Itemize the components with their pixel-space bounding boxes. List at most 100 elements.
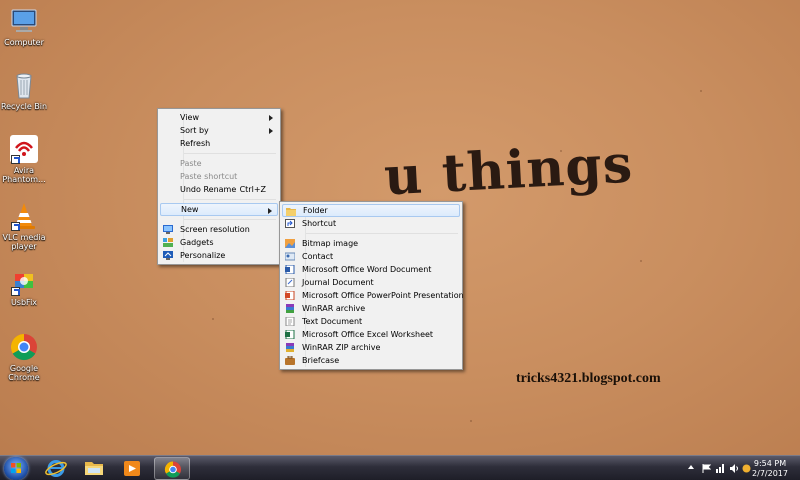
windows-logo-icon [11,463,21,473]
taskbar-chrome[interactable] [154,457,190,480]
menu-item-paste-shortcut: Paste shortcut [160,170,278,183]
new-item-word-document[interactable]: Microsoft Office Word Document [282,263,460,276]
excel-icon [285,330,295,339]
desktop-context-menu: View Sort by Refresh Paste Paste shortcu… [157,108,281,265]
start-button[interactable] [4,457,28,480]
menu-item-personalize[interactable]: Personalize [160,249,278,262]
shortcut-icon [285,219,295,228]
desktop-icon-usbfix[interactable]: UsbFix [0,266,48,307]
shortcut-arrow-icon [11,155,20,164]
taskbar-media-player[interactable] [114,457,150,480]
menu-item-label: Briefcase [302,356,340,365]
text-document-icon [285,317,295,326]
menu-item-label: Text Document [302,317,363,326]
menu-item-label: Folder [303,206,328,215]
menu-item-label: Undo Rename [180,185,237,194]
blog-watermark: tricks4321.blogspot.com [516,371,661,386]
menu-item-label: WinRAR ZIP archive [302,343,381,352]
chrome-icon [9,332,39,362]
winrar-icon [286,304,294,313]
desktop-icon-vlc[interactable]: VLC media player [0,201,48,251]
menu-item-label: Paste [180,159,202,168]
menu-item-new[interactable]: New [160,203,278,216]
avira-phantom-vpn-icon [9,134,39,164]
menu-item-label: Shortcut [302,219,337,228]
wallpaper-speck [640,260,642,262]
file-explorer-icon [85,462,103,475]
clock-time: 9:54 PM [753,459,787,468]
screen-resolution-icon [163,225,173,234]
new-item-folder[interactable]: Folder [282,204,460,217]
folder-icon [286,208,296,216]
powerpoint-icon [285,291,295,300]
wallpaper-speck [470,420,472,422]
new-item-powerpoint-presentation[interactable]: Microsoft Office PowerPoint Presentation [282,289,464,302]
contact-icon [285,252,295,261]
desktop[interactable]: { "desktop": { "wallpaper_text": "u thin… [0,0,800,480]
new-item-briefcase[interactable]: Briefcase [282,354,460,367]
menu-item-label: Microsoft Office PowerPoint Presentation [302,291,464,300]
menu-item-label: View [180,113,199,122]
menu-item-label: Paste shortcut [180,172,238,181]
menu-item-undo-rename[interactable]: Undo Rename Ctrl+Z [160,183,278,196]
menu-item-label: Contact [302,252,334,261]
desktop-icon-label: Avira Phantom... [2,166,46,184]
desktop-icon-label: UsbFix [10,298,38,307]
new-item-text-document[interactable]: Text Document [282,315,460,328]
internet-explorer-icon [45,460,67,477]
show-hidden-icons-icon[interactable] [688,465,694,469]
menu-item-label: Personalize [180,251,226,260]
menu-item-label: Screen resolution [180,225,250,234]
clock-date: 2/7/2017 [752,469,788,478]
new-item-winrar-archive[interactable]: WinRAR archive [282,302,460,315]
new-item-contact[interactable]: Contact [282,250,460,263]
chrome-icon [164,461,181,478]
wallpaper-speck [700,90,702,92]
menu-item-label: Microsoft Office Word Document [302,265,432,274]
menu-item-label: New [181,205,199,214]
submenu-arrow-icon [269,128,273,134]
menu-separator [306,233,458,234]
winrar-zip-icon [286,343,294,352]
desktop-icon-label: Computer [4,38,44,47]
briefcase-icon [285,356,295,365]
new-item-excel-worksheet[interactable]: Microsoft Office Excel Worksheet [282,328,460,341]
menu-item-gadgets[interactable]: Gadgets [160,236,278,249]
word-document-icon [285,265,295,274]
new-item-winrar-zip-archive[interactable]: WinRAR ZIP archive [282,341,460,354]
desktop-icon-label: Recycle Bin [0,102,48,111]
menu-item-refresh[interactable]: Refresh [160,137,278,150]
bitmap-image-icon [285,239,295,248]
shortcut-arrow-icon [11,222,20,231]
computer-icon [9,6,39,36]
recycle-bin-icon [9,70,39,100]
new-item-shortcut[interactable]: Shortcut [282,217,460,230]
desktop-icon-label: Google Chrome [8,364,40,382]
personalize-icon [163,251,173,260]
menu-item-screen-resolution[interactable]: Screen resolution [160,223,278,236]
action-center-flag-icon[interactable] [702,464,711,473]
menu-item-sort-by[interactable]: Sort by [160,124,278,137]
journal-document-icon [285,278,295,287]
menu-item-view[interactable]: View [160,111,278,124]
taskbar-internet-explorer[interactable] [38,457,74,480]
network-icon[interactable] [716,464,725,473]
desktop-icon-chrome[interactable]: Google Chrome [0,332,48,382]
menu-item-label: Refresh [180,139,211,148]
menu-item-label: Journal Document [302,278,374,287]
menu-item-label: Sort by [180,126,209,135]
system-tray: 9:54 PM 2/7/2017 [680,456,800,480]
vlc-cone-icon [9,201,39,231]
menu-item-label: Bitmap image [302,239,359,248]
desktop-icon-avira-phantom[interactable]: Avira Phantom... [0,134,48,184]
new-item-journal-document[interactable]: Journal Document [282,276,460,289]
taskbar-file-explorer[interactable] [76,457,112,480]
new-item-bitmap-image[interactable]: Bitmap image [282,237,460,250]
gadgets-icon [163,238,173,247]
desktop-icon-computer[interactable]: Computer [0,6,48,47]
desktop-icon-recycle-bin[interactable]: Recycle Bin [0,70,48,111]
taskbar-clock[interactable]: 9:54 PM 2/7/2017 [748,459,792,479]
volume-icon[interactable] [730,464,739,473]
submenu-arrow-icon [268,208,272,214]
menu-separator [184,219,276,220]
